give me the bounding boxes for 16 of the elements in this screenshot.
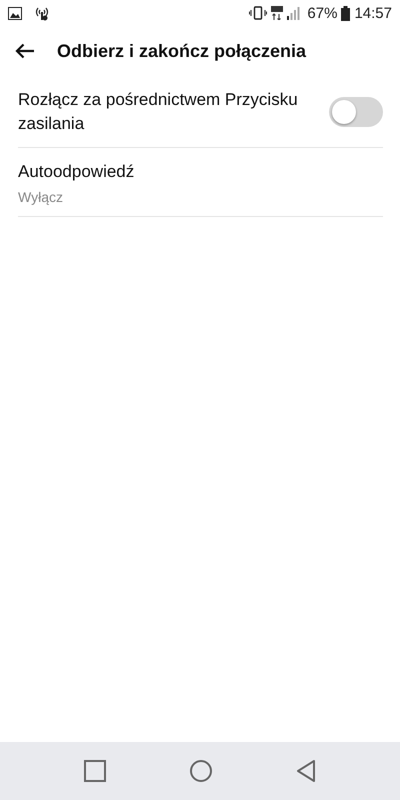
recent-apps-icon[interactable] [84,760,106,782]
home-icon[interactable] [190,760,212,782]
back-arrow-icon[interactable] [15,43,35,59]
setting-value: Wyłącz [18,189,64,205]
image-icon [8,6,22,20]
hotspot-icon [34,5,50,21]
toggle-switch[interactable] [329,97,383,127]
network-type-icon [271,6,284,20]
setting-label[interactable]: Rozłącz za pośrednictwem Przycisku zasilania [18,88,313,136]
setting-label[interactable]: Autoodpowiedź [18,160,383,184]
screen-title: Odbierz i zakończ połączenia [57,40,306,62]
back-icon[interactable] [296,760,316,782]
battery-percent: 67% [307,4,338,22]
battery-icon [341,6,350,20]
vibrate-icon [249,6,268,20]
clock: 14:57 [354,4,392,22]
